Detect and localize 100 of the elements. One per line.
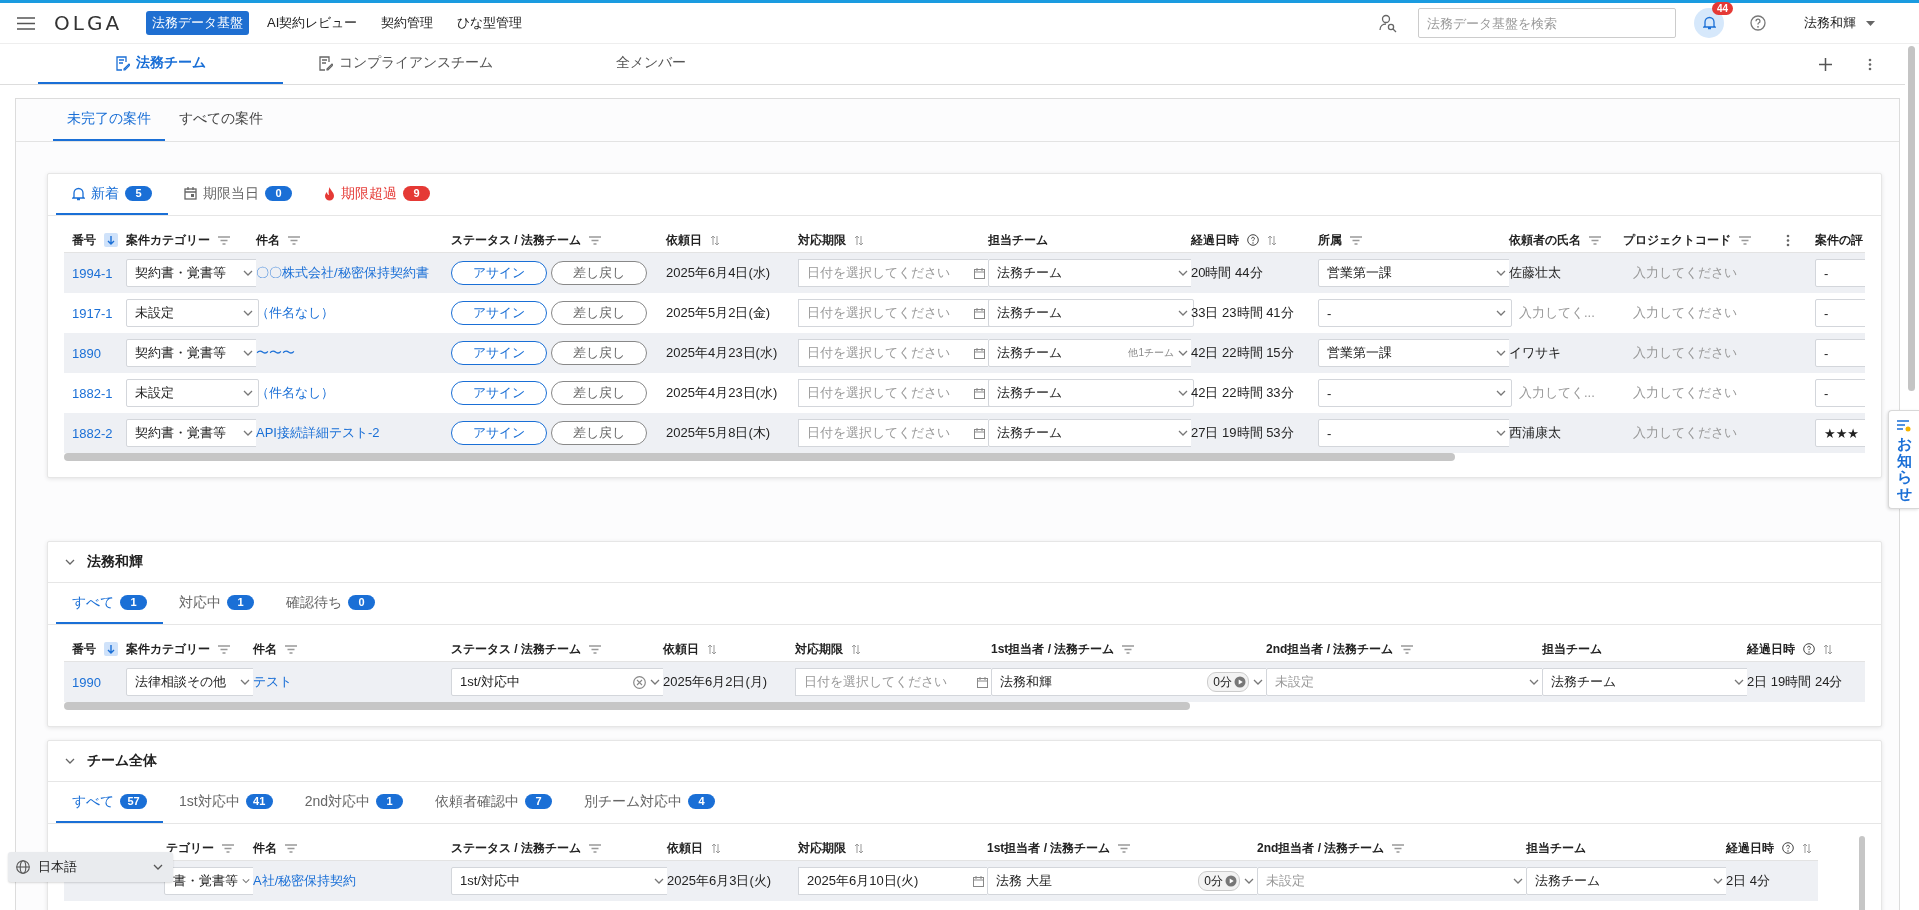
nav-tab[interactable]: AI契約レビュー [261,11,364,35]
assign-button[interactable]: アサイン [451,381,547,405]
send-back-button[interactable]: 差し戻し [551,341,647,365]
case-number-link[interactable]: 1890 [72,345,101,361]
user-menu[interactable]: 法務和輝 [1804,14,1875,32]
tab[interactable]: 期限超過 9 [308,174,446,215]
calendar-icon[interactable] [974,347,985,359]
dropdown[interactable]: ★★★ [1815,419,1865,447]
sort-icon[interactable] [854,842,864,854]
assign-button[interactable]: アサイン [451,341,547,365]
filter-icon[interactable] [1118,843,1131,853]
sort-icon[interactable] [1802,842,1812,854]
tab[interactable]: 確認待ち 0 [270,583,391,624]
sort-icon[interactable] [851,643,861,655]
sort-icon[interactable] [710,234,720,246]
chevron-down-icon[interactable] [65,758,75,764]
tab[interactable]: すべて 1 [56,583,163,624]
tab[interactable]: 期限当日 0 [168,174,308,215]
play-icon[interactable] [1225,875,1237,887]
sort-icon[interactable] [854,234,864,246]
filter-icon[interactable] [218,644,230,654]
sort-icon[interactable] [711,842,721,854]
send-back-button[interactable]: 差し戻し [551,301,647,325]
dropdown[interactable]: 未設定 [126,299,259,327]
nav-tab[interactable]: 法務データ基盤 [146,11,250,35]
assign-button[interactable]: アサイン [451,301,547,325]
filter-icon[interactable] [1401,644,1414,654]
send-back-button[interactable]: 差し戻し [551,421,647,445]
assign-button[interactable]: アサイン [451,261,547,285]
calendar-icon[interactable] [977,676,988,688]
team-tab[interactable]: 全メンバー [528,44,773,84]
filter-icon[interactable] [589,843,601,853]
assign-button[interactable]: アサイン [451,421,547,445]
calendar-icon[interactable] [973,875,984,887]
case-title-link[interactable]: A社/秘密保持契約 [253,873,357,888]
scrollbar[interactable] [1908,46,1915,391]
add-icon[interactable] [1819,57,1832,71]
filter-icon[interactable] [1739,235,1751,245]
filter-icon[interactable] [589,235,601,245]
calendar-icon[interactable] [974,387,985,399]
sort-icon[interactable] [707,643,717,655]
sort-descending-icon[interactable] [104,642,118,656]
sort-descending-icon[interactable] [104,233,118,247]
kebab-menu-icon[interactable] [1868,57,1872,71]
filter-icon[interactable] [288,235,300,245]
menu-icon[interactable] [17,16,35,30]
dropdown[interactable]: - [1815,379,1865,407]
filter-icon[interactable] [285,843,297,853]
search-field[interactable]: 法務データ基盤を検索 [1418,8,1676,38]
dropdown[interactable]: 法務 大星 0分 [987,867,1260,895]
case-title-link[interactable]: （件名なし） [256,305,334,320]
tab[interactable]: 新着 5 [56,174,168,215]
dropdown[interactable]: - [1318,379,1512,407]
tab[interactable]: 依頼者確認中 7 [419,782,569,823]
tab[interactable]: 別チーム対応中 4 [568,782,732,823]
filter-icon[interactable] [218,235,230,245]
nav-tab[interactable]: ひな型管理 [451,11,529,35]
notice-tab[interactable]: お知らせ [1888,410,1919,509]
calendar-icon[interactable] [974,267,985,279]
tab[interactable]: すべて 57 [56,782,163,823]
dropdown[interactable]: - [1318,299,1512,327]
dropdown[interactable]: - [1815,299,1865,327]
play-icon[interactable] [1234,676,1246,688]
sort-icon[interactable] [1267,234,1277,246]
status-icon[interactable] [633,675,646,689]
case-number-link[interactable]: 1917-1 [72,305,113,321]
send-back-button[interactable]: 差し戻し [551,261,647,285]
case-title-link[interactable]: 〜〜〜 [256,345,295,360]
tab[interactable]: 2nd対応中 1 [288,782,420,823]
sort-icon[interactable] [1823,643,1833,655]
scrollbar[interactable] [64,702,1190,710]
filter-icon[interactable] [222,843,234,853]
calendar-icon[interactable] [974,427,985,439]
dropdown[interactable]: 未設定 [126,379,259,407]
view-tab[interactable]: 未完了の案件 [53,99,165,141]
view-tab[interactable]: すべての案件 [165,99,277,141]
user-search-icon[interactable] [1378,13,1398,33]
kebab-menu-icon[interactable] [1786,233,1790,247]
case-number-link[interactable]: 1990 [72,674,101,690]
calendar-icon[interactable] [974,307,985,319]
case-title-link[interactable]: テスト [253,674,292,689]
filter-icon[interactable] [589,644,601,654]
team-tab[interactable]: コンプライアンスチーム [283,44,528,84]
filter-icon[interactable] [1122,644,1135,654]
dropdown[interactable]: - [1815,339,1865,367]
filter-icon[interactable] [285,644,297,654]
case-title-link[interactable]: （件名なし） [256,385,334,400]
case-number-link[interactable]: 1882-1 [72,385,113,401]
logo[interactable]: OLGA [54,11,123,35]
help-icon[interactable] [1750,15,1766,31]
filter-icon[interactable] [1589,235,1601,245]
filter-icon[interactable] [1392,843,1405,853]
scrollbar[interactable] [64,453,1455,461]
team-tab[interactable]: 法務チーム [38,44,283,84]
tab[interactable]: 1st対応中 41 [163,782,289,823]
chevron-down-icon[interactable] [65,559,75,565]
dropdown[interactable]: 法務和輝 0分 [991,668,1269,696]
dropdown[interactable]: - [1815,259,1865,287]
language-select[interactable]: 日本語 [8,852,173,882]
filter-icon[interactable] [1350,235,1362,245]
